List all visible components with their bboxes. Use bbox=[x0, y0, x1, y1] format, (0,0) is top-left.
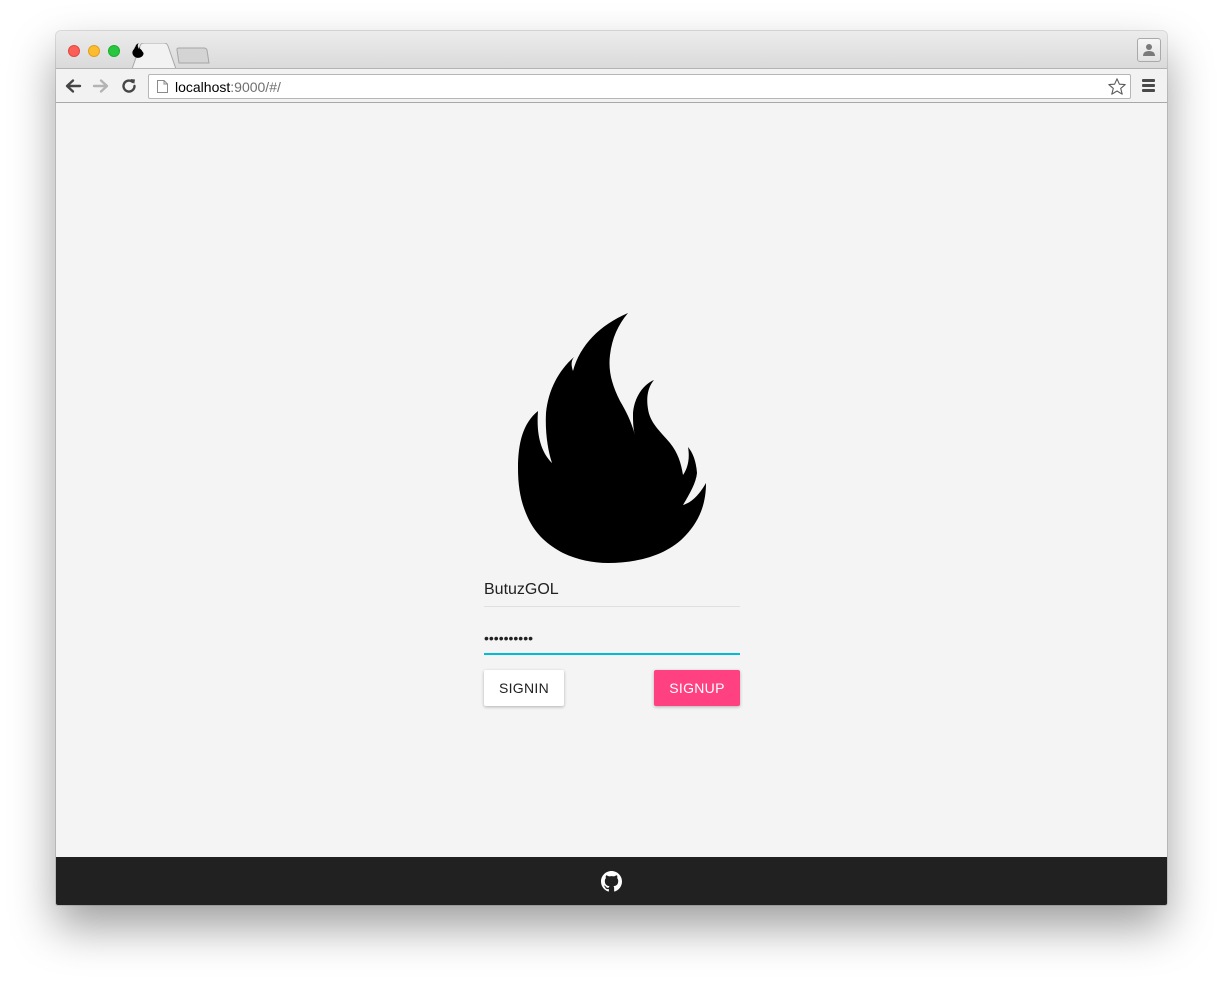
form-buttons: SIGNIN SIGNUP bbox=[484, 670, 740, 708]
arrow-left-icon[interactable] bbox=[64, 77, 82, 95]
browser-window: localhost:9000/#/ SIGNIN SIGNUP bbox=[56, 31, 1167, 905]
browser-toolbar: localhost:9000/#/ bbox=[56, 68, 1167, 103]
login-form: SIGNIN SIGNUP bbox=[484, 573, 740, 708]
url-text[interactable]: localhost:9000/#/ bbox=[175, 79, 281, 95]
signin-button[interactable]: SIGNIN bbox=[484, 670, 564, 706]
username-field-container bbox=[484, 573, 740, 621]
username-underline bbox=[484, 606, 740, 607]
password-field-container bbox=[484, 621, 740, 669]
page-icon bbox=[157, 80, 168, 93]
close-window-button[interactable] bbox=[68, 45, 80, 57]
password-field[interactable] bbox=[484, 621, 740, 655]
flame-icon bbox=[518, 313, 706, 563]
password-underline bbox=[484, 653, 740, 655]
new-tab-button[interactable] bbox=[176, 47, 210, 64]
flame-icon bbox=[132, 43, 144, 58]
page-content: SIGNIN SIGNUP bbox=[56, 103, 1167, 857]
reload-icon[interactable] bbox=[120, 77, 138, 95]
hamburger-menu-icon[interactable] bbox=[1142, 79, 1155, 93]
person-icon bbox=[1143, 44, 1155, 56]
url-path: :9000/#/ bbox=[230, 79, 281, 95]
github-icon[interactable] bbox=[601, 871, 622, 892]
tab-strip bbox=[56, 31, 1167, 69]
tab-active[interactable] bbox=[132, 43, 176, 69]
minimize-window-button[interactable] bbox=[88, 45, 100, 57]
username-field[interactable] bbox=[484, 573, 740, 607]
star-icon[interactable] bbox=[1107, 77, 1127, 97]
profile-button[interactable] bbox=[1137, 38, 1161, 62]
arrow-right-icon[interactable] bbox=[92, 77, 110, 95]
url-host: localhost bbox=[175, 79, 231, 95]
signup-button[interactable]: SIGNUP bbox=[654, 670, 740, 706]
maximize-window-button[interactable] bbox=[108, 45, 120, 57]
page-footer bbox=[56, 857, 1167, 905]
address-bar[interactable]: localhost:9000/#/ bbox=[148, 74, 1131, 99]
